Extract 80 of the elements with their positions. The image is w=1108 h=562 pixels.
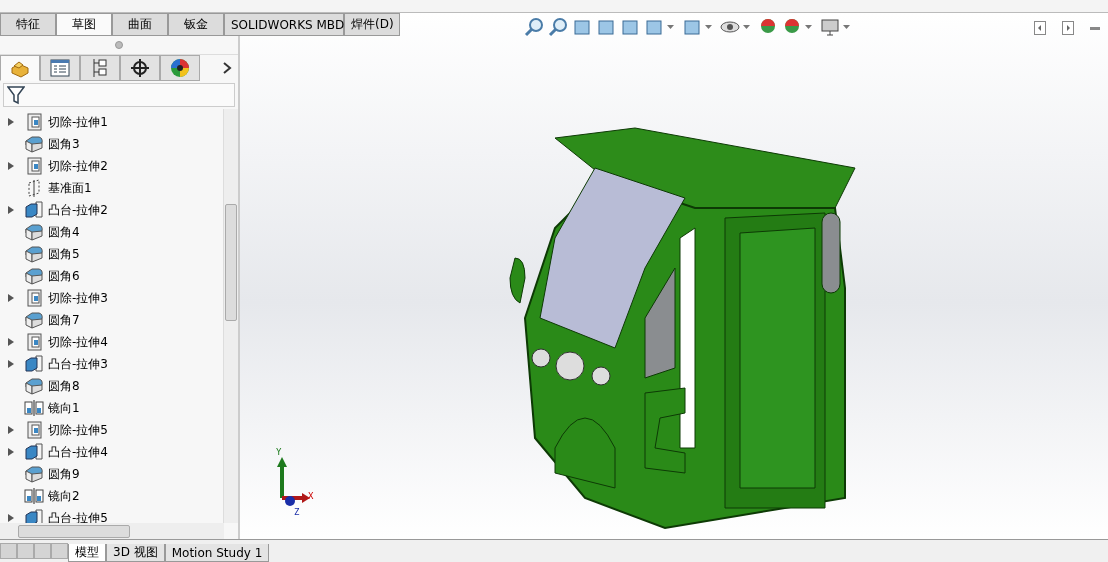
model-tab[interactable]: 模型 — [68, 544, 106, 562]
expand-arrow-icon[interactable] — [8, 206, 14, 214]
crosshair-icon — [130, 58, 150, 78]
expand-arrow-icon[interactable] — [8, 162, 14, 170]
command-tab[interactable]: SOLIDWORKS MBD — [224, 13, 344, 35]
panel-right-icon[interactable] — [1062, 21, 1074, 35]
fillet-icon — [24, 465, 44, 483]
panel-tab[interactable] — [160, 55, 200, 81]
list-icon — [50, 59, 70, 77]
filter-field[interactable] — [3, 83, 235, 107]
horizontal-scrollbar[interactable] — [0, 523, 224, 539]
feature-tree-item[interactable]: 凸台-拉伸2 — [48, 201, 108, 219]
cut-extrude-icon — [25, 333, 43, 351]
feature-tree-item[interactable]: 镜向1 — [48, 399, 80, 417]
model-tab[interactable]: Motion Study 1 — [164, 544, 270, 562]
cut-extrude-icon — [25, 113, 43, 131]
boss-extrude-icon — [24, 443, 44, 461]
zoom-fit-icon[interactable] — [524, 17, 544, 37]
vertical-scrollbar[interactable] — [223, 109, 238, 523]
expand-arrow-icon[interactable] — [8, 294, 14, 302]
expand-arrow-icon[interactable] — [8, 360, 14, 368]
dropdown-caret-icon[interactable] — [805, 25, 812, 29]
cut-extrude-icon — [25, 421, 43, 439]
expand-arrow-icon[interactable] — [8, 118, 14, 126]
configuration-icon — [91, 58, 109, 78]
zoom-area-icon[interactable] — [548, 17, 568, 37]
command-tab[interactable]: 曲面 — [112, 13, 168, 35]
filter-icon — [7, 85, 25, 105]
panel-tab[interactable] — [120, 55, 160, 81]
feature-tree-item[interactable]: 圆角7 — [48, 311, 80, 329]
feature-tree-item[interactable]: 圆角9 — [48, 465, 80, 483]
model-tab[interactable]: 3D 视图 — [106, 544, 165, 562]
plane-icon — [27, 179, 41, 197]
feature-tree-item[interactable]: 镜向2 — [48, 487, 80, 505]
panel-left-icon[interactable] — [1034, 21, 1046, 35]
fillet-icon — [24, 223, 44, 241]
dropdown-caret-icon[interactable] — [743, 25, 750, 29]
expand-arrow-icon[interactable] — [8, 426, 14, 434]
feature-tree-item[interactable]: 圆角3 — [48, 135, 80, 153]
y-axis-label: Y — [276, 447, 282, 457]
color-wheel-icon — [170, 58, 190, 78]
z-axis-label: Z — [294, 507, 300, 517]
boss-extrude-icon — [24, 201, 44, 219]
fillet-icon — [24, 377, 44, 395]
feature-tree-item[interactable]: 切除-拉伸1 — [48, 113, 108, 131]
feature-tree-item[interactable]: 切除-拉伸5 — [48, 421, 108, 439]
cut-extrude-icon — [25, 289, 43, 307]
mirror-icon — [24, 400, 44, 416]
feature-tree-item[interactable]: 凸台-拉伸4 — [48, 443, 108, 461]
feature-tree-item[interactable]: 凸台-拉伸3 — [48, 355, 108, 373]
feature-tree-item[interactable]: 圆角8 — [48, 377, 80, 395]
boss-extrude-icon — [24, 355, 44, 373]
minimize-icon[interactable] — [1090, 26, 1100, 30]
dropdown-caret-icon[interactable] — [667, 25, 674, 29]
feature-tree-item[interactable]: 切除-拉伸2 — [48, 157, 108, 175]
feature-tree-item[interactable]: 凸台-拉伸5 — [48, 509, 108, 527]
feature-tree-item[interactable]: 圆角4 — [48, 223, 80, 241]
monitor-icon[interactable] — [820, 17, 840, 37]
command-tab[interactable]: 草图 — [56, 13, 112, 35]
fillet-icon — [24, 245, 44, 263]
expand-arrow-icon[interactable] — [8, 338, 14, 346]
feature-tree-item[interactable]: 切除-拉伸3 — [48, 289, 108, 307]
feature-tree-item[interactable]: 圆角6 — [48, 267, 80, 285]
expand-arrow-icon[interactable] — [8, 514, 14, 522]
fillet-icon — [24, 267, 44, 285]
command-tab[interactable]: 钣金 — [168, 13, 224, 35]
fillet-icon — [24, 135, 44, 153]
dropdown-caret-icon[interactable] — [705, 25, 712, 29]
fillet-icon — [24, 311, 44, 329]
mirror-icon — [24, 488, 44, 504]
splitter-handle[interactable] — [115, 41, 123, 49]
dropdown-caret-icon[interactable] — [843, 25, 850, 29]
x-axis-label: X — [308, 491, 314, 501]
feature-tree-item[interactable]: 圆角5 — [48, 245, 80, 263]
command-tab[interactable]: 特征 — [0, 13, 56, 35]
feature-tree-item[interactable]: 切除-拉伸4 — [48, 333, 108, 351]
cut-extrude-icon — [25, 157, 43, 175]
command-tab[interactable]: 焊件(D) — [344, 13, 400, 35]
expand-arrow-icon[interactable] — [8, 448, 14, 456]
feature-tree-item[interactable]: 基准面1 — [48, 179, 92, 197]
